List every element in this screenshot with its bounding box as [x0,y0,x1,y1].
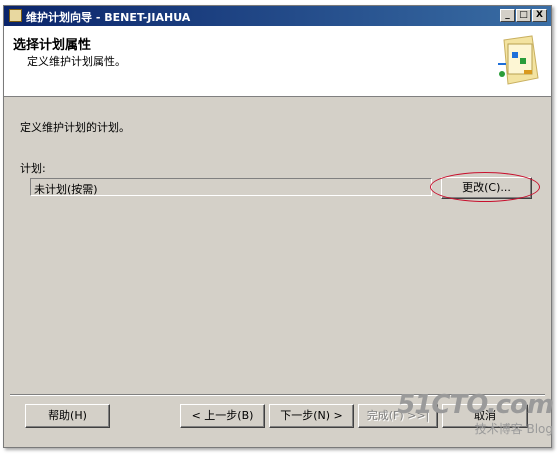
maximize-button[interactable]: □ [516,9,531,22]
wizard-header: 选择计划属性 定义维护计划属性。 [4,26,551,97]
window-title: 维护计划向导 - BENET-JIAHUA [26,11,191,24]
instruction-text: 定义维护计划的计划。 [20,121,130,134]
plan-label: 计划: [20,162,46,175]
watermark: 51CTO.com 技术博客 Blog [397,390,554,437]
back-button[interactable]: < 上一步(B) [180,404,265,428]
title-bar[interactable]: 维护计划向导 - BENET-JIAHUA _ □ X [4,6,551,26]
minimize-button[interactable]: _ [500,9,515,22]
wizard-window: 维护计划向导 - BENET-JIAHUA _ □ X 选择计划属性 定义维护计… [3,5,552,448]
page-subtitle: 定义维护计划属性。 [27,55,126,68]
close-button[interactable]: X [532,9,547,22]
app-icon [9,9,22,22]
watermark-blog: Blog [526,422,553,436]
wizard-graphic-icon [498,35,539,85]
watermark-text: 技术博客 [474,422,523,436]
page-title: 选择计划属性 [13,38,92,53]
help-button[interactable]: 帮助(H) [25,404,110,428]
highlight-circle [430,172,540,202]
next-button[interactable]: 下一步(N) > [269,404,354,428]
plan-value-field: 未计划(按需) [30,178,432,196]
watermark-site: 51CTO.com [397,390,554,420]
